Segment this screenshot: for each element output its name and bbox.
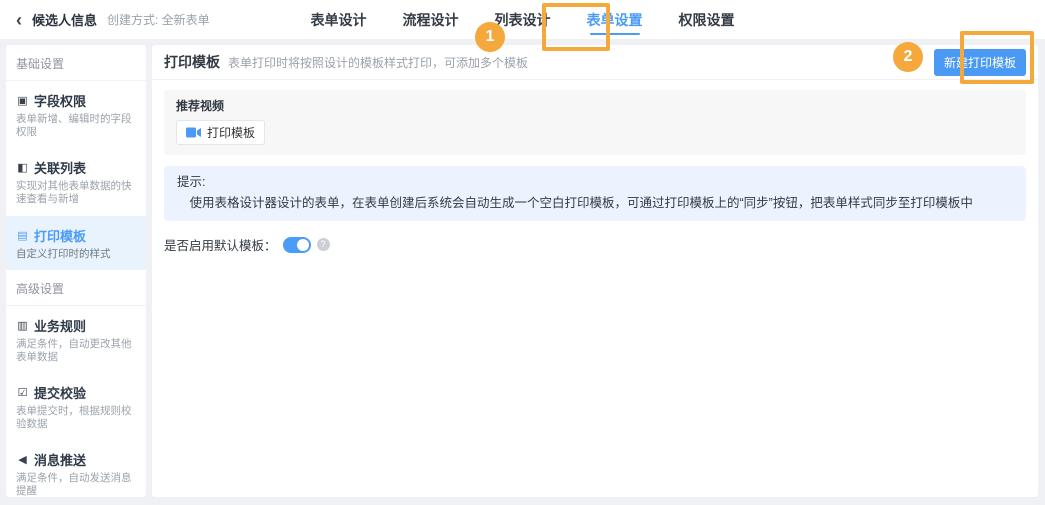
sidebar-item-desc: 实现对其他表单数据的快速查看与新增 [16, 180, 132, 206]
tab-form-design[interactable]: 表单设计 [311, 0, 367, 40]
settings-sidebar: 基础设置 ▣ 字段权限表单新增、编辑时的字段权限 ◧ 关联列表实现对其他表单数据的快速查… [6, 45, 146, 497]
sidebar-item-title: 关联列表 [34, 161, 87, 177]
sidebar-item-title: 提交校验 [34, 385, 87, 401]
section-title: 打印模板 [164, 54, 220, 70]
recommended-video-card: 推荐视频 打印模板 [164, 90, 1026, 155]
sidebar-section-header-1: 高级设置 [6, 270, 146, 306]
video-camera-icon [186, 127, 201, 138]
default-template-label: 是否启用默认模板： [164, 239, 277, 254]
main-body: 推荐视频 打印模板 提示: 使用表格设计器设计的表单，在表单创建后系统会自动生成… [152, 80, 1038, 264]
default-template-toggle[interactable] [282, 236, 311, 253]
sidebar-item-desc: 满足条件，自动发送消息提醒 [16, 472, 132, 497]
sidebar-item-desc: 自定义打印时的样式 [16, 247, 111, 260]
sidebar-section-header-0: 基础设置 [6, 45, 146, 81]
sidebar-item-business-rule[interactable]: ▥ 业务规则满足条件，自动更改其他表单数据 [6, 306, 146, 373]
tip-title: 提示: [177, 175, 206, 189]
sidebar-item-desc: 表单提交时，根据规则校验数据 [16, 404, 132, 430]
validation-icon: ☑ [17, 386, 28, 399]
linked-list-icon: ◧ [17, 162, 28, 175]
business-rule-icon: ▥ [17, 319, 28, 332]
sidebar-item-title: 字段权限 [34, 94, 87, 109]
creation-mode-label: 创建方式: 全新表单 [107, 13, 210, 27]
sidebar-item-title: 消息推送 [34, 453, 87, 469]
sidebar-item-print-template[interactable]: ▤ 打印模板自定义打印时的样式 [6, 215, 146, 270]
speaker-icon: ◀ [18, 454, 27, 467]
default-template-row: 是否启用默认模板： ? [164, 235, 1026, 254]
video-chip-label: 打印模板 [207, 126, 256, 140]
sidebar-item-title: 业务规则 [34, 318, 87, 334]
sidebar-item-field-permission[interactable]: ▣ 字段权限表单新增、编辑时的字段权限 [6, 81, 146, 148]
sidebar-item-linked-list[interactable]: ◧ 关联列表实现对其他表单数据的快速查看与新增 [6, 148, 146, 215]
tip-text: 使用表格设计器设计的表单，在表单创建后系统会自动生成一个空白打印模板，可通过打印… [189, 195, 973, 210]
printer-icon: ▤ [17, 229, 28, 242]
sidebar-item-submit-validation[interactable]: ☑ 提交校验表单提交时，根据规则校验数据 [6, 373, 146, 440]
field-permission-icon: ▣ [17, 95, 28, 107]
tab-perm-settings[interactable]: 权限设置 [679, 0, 735, 40]
help-icon[interactable]: ? [316, 238, 330, 252]
main-panel: 打印模板 表单打印时将按照设计的模板样式打印，可添加多个模板 新建打印模板 推荐… [152, 45, 1038, 497]
sidebar-item-desc: 满足条件，自动更改其他表单数据 [16, 337, 132, 363]
sidebar-item-desc: 表单新增、编辑时的字段权限 [16, 113, 132, 139]
tab-flow-design[interactable]: 流程设计 [403, 0, 459, 40]
main-header: 打印模板 表单打印时将按照设计的模板样式打印，可添加多个模板 新建打印模板 [152, 45, 1038, 80]
sidebar-item-title: 打印模板 [34, 228, 87, 244]
sidebar-item-message-push[interactable]: ◀ 消息推送满足条件，自动发送消息提醒 [6, 440, 146, 497]
back-icon[interactable]: ‹ [16, 11, 22, 29]
video-link-print-template[interactable]: 打印模板 [176, 120, 266, 145]
new-print-template-button[interactable]: 新建打印模板 [933, 48, 1026, 76]
page-title: 候选人信息 [32, 13, 98, 28]
top-bar: ‹ 候选人信息 创建方式: 全新表单 表单设计 流程设计 列表设计 表单设置 权限设置 [0, 0, 1045, 40]
toggle-knob [296, 238, 309, 251]
tip-box: 提示: 使用表格设计器设计的表单，在表单创建后系统会自动生成一个空白打印模板，可… [164, 166, 1026, 222]
tab-form-settings[interactable]: 表单设置 [587, 0, 643, 40]
tab-list-design[interactable]: 列表设计 [495, 0, 551, 40]
section-subtitle: 表单打印时将按照设计的模板样式打印，可添加多个模板 [228, 56, 529, 70]
recommended-video-label: 推荐视频 [176, 99, 225, 113]
